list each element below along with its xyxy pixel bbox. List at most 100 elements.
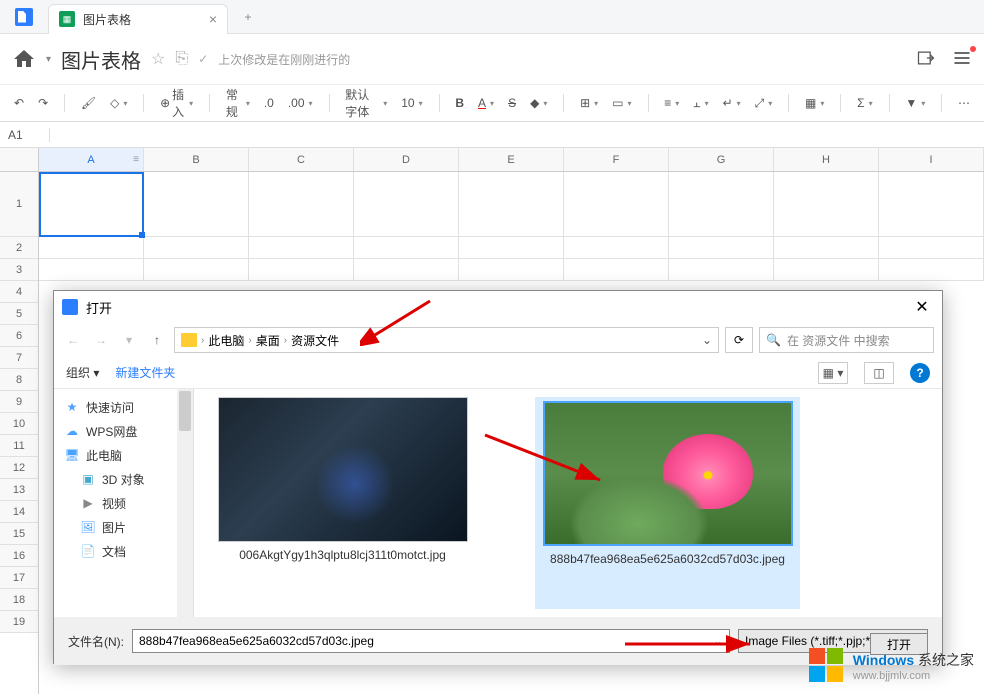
filter-icon[interactable]: ≡	[133, 154, 139, 165]
chevron-down-icon[interactable]: ⌄	[702, 333, 712, 347]
row-header[interactable]: 10	[0, 413, 38, 435]
app-logo[interactable]	[0, 0, 48, 34]
close-icon[interactable]: ✕	[910, 295, 934, 319]
row-header[interactable]: 3	[0, 259, 38, 281]
decrease-decimal-button[interactable]: .0	[262, 94, 276, 112]
column-header[interactable]: G	[669, 148, 774, 171]
fill-color-button[interactable]: ◆	[528, 94, 549, 112]
merge-button[interactable]: ▭	[610, 94, 633, 112]
dialog-title: 打开	[86, 298, 902, 317]
star-icon[interactable]: ☆	[151, 49, 165, 69]
row-header[interactable]: 8	[0, 369, 38, 391]
row-header[interactable]: 15	[0, 523, 38, 545]
row-header[interactable]: 4	[0, 281, 38, 303]
more-button[interactable]: ⋯	[956, 94, 972, 112]
column-header[interactable]: C	[249, 148, 354, 171]
row-header[interactable]: 11	[0, 435, 38, 457]
filter-button[interactable]: ▼	[903, 94, 927, 112]
file-item[interactable]: 006AkgtYgy1h3qlptu8lcj311t0motct.jpg	[210, 397, 475, 609]
document-tab[interactable]: ▦ 图片表格 ×	[48, 4, 228, 34]
increase-decimal-button[interactable]: .00	[286, 94, 315, 112]
new-tab-button[interactable]: +	[236, 5, 260, 29]
organize-button[interactable]: 组织 ▾	[66, 364, 99, 381]
h-align-button[interactable]: ≡	[662, 94, 681, 112]
sidebar-item-documents[interactable]: 📄文档	[54, 539, 193, 563]
sidebar-item-this-pc[interactable]: 🖥此电脑	[54, 443, 193, 467]
sidebar-item-wps[interactable]: ☁WPS网盘	[54, 419, 193, 443]
sheets-icon: ▦	[59, 11, 75, 27]
bold-button[interactable]: B	[453, 94, 466, 112]
up-button[interactable]: ↑	[146, 329, 168, 351]
sidebar-item-pictures[interactable]: 🖼图片	[54, 515, 193, 539]
freeze-button[interactable]: ▦	[803, 94, 826, 112]
help-icon[interactable]: ?	[910, 363, 930, 383]
column-header[interactable]: D	[354, 148, 459, 171]
back-button[interactable]: ←	[62, 329, 84, 351]
document-title[interactable]: 图片表格	[61, 45, 141, 74]
undo-button[interactable]: ↶	[12, 94, 26, 112]
font-size-select[interactable]: 10	[399, 94, 424, 112]
view-mode-button[interactable]: ▦ ▾	[818, 362, 848, 384]
sidebar-item-3d-objects[interactable]: ▣3D 对象	[54, 467, 193, 491]
new-folder-button[interactable]: 新建文件夹	[115, 364, 175, 381]
breadcrumb-item[interactable]: 桌面	[256, 332, 280, 349]
close-icon[interactable]: ×	[209, 11, 217, 27]
file-list[interactable]: 006AkgtYgy1h3qlptu8lcj311t0motct.jpg 888…	[194, 389, 942, 617]
row-header[interactable]: 7	[0, 347, 38, 369]
column-header[interactable]: E	[459, 148, 564, 171]
dialog-sidebar: ★快速访问 ☁WPS网盘 🖥此电脑 ▣3D 对象 ▶视频 🖼图片 📄文档	[54, 389, 194, 617]
row-header[interactable]: 14	[0, 501, 38, 523]
column-header[interactable]: B	[144, 148, 249, 171]
chevron-down-icon[interactable]: ⌄	[713, 634, 723, 648]
row-header[interactable]: 19	[0, 611, 38, 633]
row-header[interactable]: 5	[0, 303, 38, 325]
wrap-button[interactable]: ↵	[721, 94, 743, 112]
v-align-button[interactable]: ⫠	[691, 94, 710, 113]
sidebar-item-quick-access[interactable]: ★快速访问	[54, 395, 193, 419]
functions-button[interactable]: Σ	[855, 94, 874, 112]
column-header[interactable]: I	[879, 148, 984, 171]
font-select[interactable]: 默认字体	[343, 84, 389, 122]
redo-button[interactable]: ↷	[36, 94, 50, 112]
row-header[interactable]: 18	[0, 589, 38, 611]
recent-button[interactable]: ▾	[118, 329, 140, 351]
row-header[interactable]: 2	[0, 237, 38, 259]
row-header[interactable]: 6	[0, 325, 38, 347]
search-input[interactable]: 🔍 在 资源文件 中搜索	[759, 327, 934, 353]
refresh-button[interactable]: ⟳	[725, 327, 753, 353]
forward-button[interactable]: →	[90, 329, 112, 351]
scrollbar[interactable]	[177, 389, 193, 617]
row-header[interactable]: 12	[0, 457, 38, 479]
row-header[interactable]: 13	[0, 479, 38, 501]
select-all-corner[interactable]	[0, 148, 38, 172]
share-icon[interactable]	[916, 48, 936, 71]
preview-pane-button[interactable]: ◫	[864, 362, 894, 384]
breadcrumb[interactable]: › 此电脑 › 桌面 › 资源文件 ⌄	[174, 327, 719, 353]
row-header[interactable]: 16	[0, 545, 38, 567]
clear-format-button[interactable]: ◇	[108, 94, 129, 112]
chevron-down-icon[interactable]: ▾	[46, 54, 51, 65]
paint-format-button[interactable]: 🖌	[79, 94, 98, 112]
strikethrough-button[interactable]: S	[506, 94, 518, 112]
rotate-button[interactable]: ⤢	[753, 94, 775, 113]
home-icon[interactable]	[12, 47, 36, 71]
row-header[interactable]: 1	[0, 172, 38, 237]
column-header[interactable]: H	[774, 148, 879, 171]
breadcrumb-item[interactable]: 此电脑	[208, 332, 244, 349]
column-header[interactable]: F	[564, 148, 669, 171]
text-color-button[interactable]: A	[476, 94, 496, 112]
insert-button[interactable]: ⊕ 插入	[158, 84, 195, 122]
borders-button[interactable]: ⊞	[578, 94, 600, 112]
column-header[interactable]: A≡	[39, 148, 144, 171]
row-header[interactable]: 9	[0, 391, 38, 413]
cells-area[interactable]	[39, 172, 984, 281]
filename-input[interactable]: 888b47fea968ea5e625a6032cd57d03c.jpeg ⌄	[132, 629, 730, 653]
move-folder-icon[interactable]: ⎘	[175, 50, 188, 68]
menu-icon[interactable]	[952, 48, 972, 71]
breadcrumb-item[interactable]: 资源文件	[291, 332, 339, 349]
cell-reference[interactable]: A1	[0, 128, 50, 142]
number-format-select[interactable]: 常规	[224, 84, 252, 122]
file-item[interactable]: 888b47fea968ea5e625a6032cd57d03c.jpeg	[535, 397, 800, 609]
row-header[interactable]: 17	[0, 567, 38, 589]
sidebar-item-videos[interactable]: ▶视频	[54, 491, 193, 515]
